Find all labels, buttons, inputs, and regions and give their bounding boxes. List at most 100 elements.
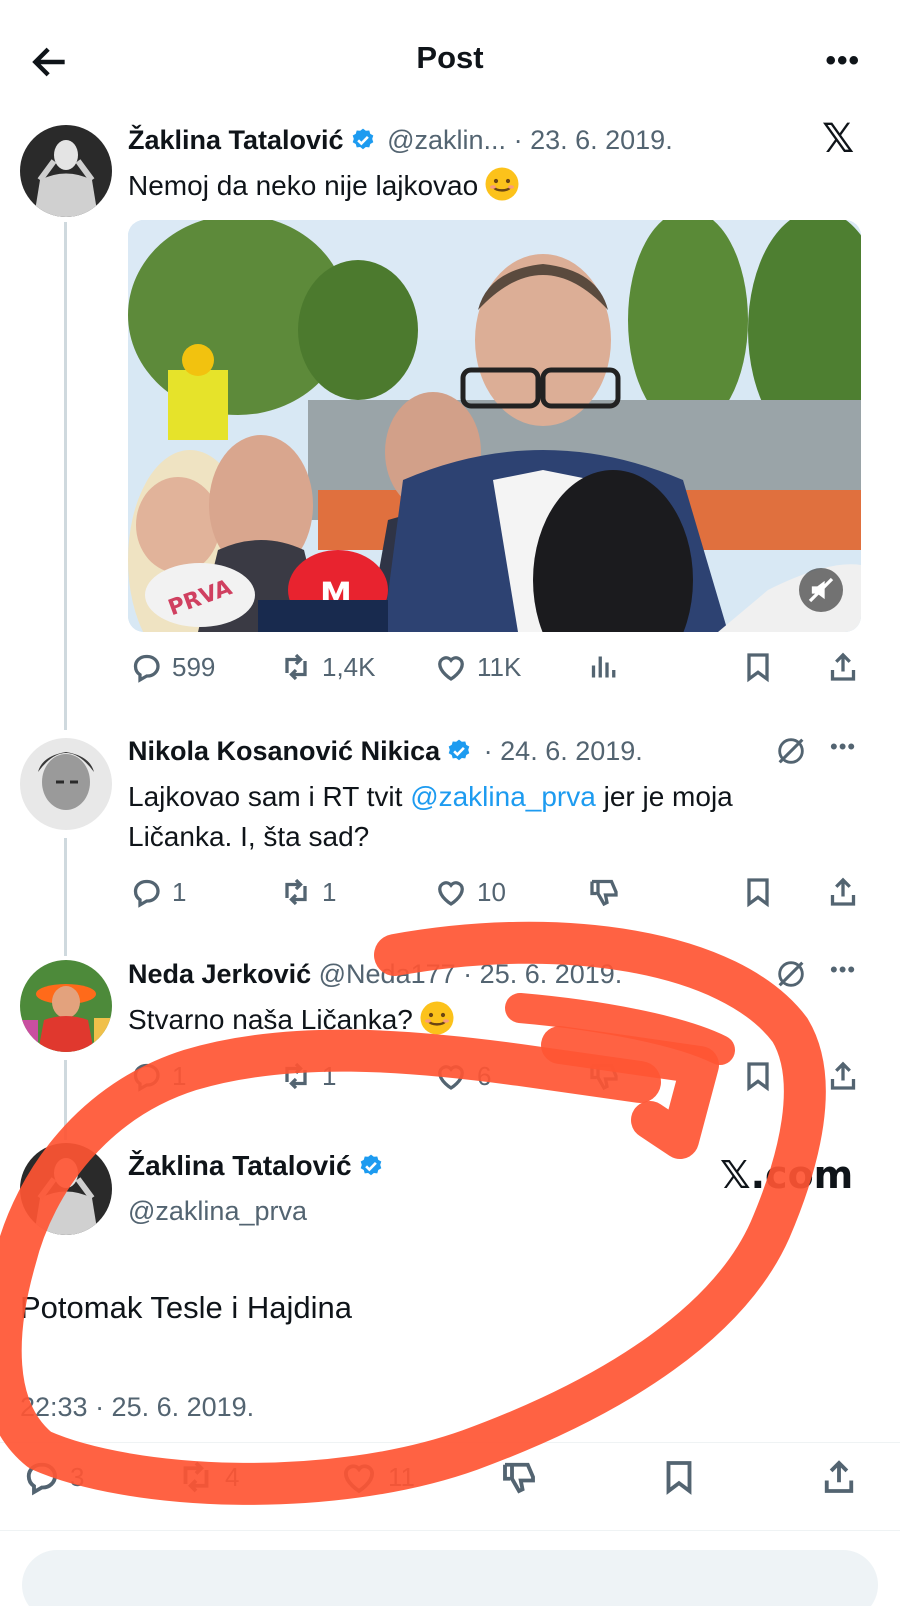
share-button[interactable] xyxy=(818,1455,860,1499)
like-button[interactable]: 10 xyxy=(433,870,506,914)
bookmark-icon xyxy=(740,649,776,685)
bookmark-icon xyxy=(658,1456,700,1498)
reply-count: 1 xyxy=(172,876,187,907)
reply-button[interactable]: 599 xyxy=(128,645,215,689)
smile-emoji-icon xyxy=(419,1000,455,1036)
like-count: 11 xyxy=(388,1461,415,1492)
separator: · xyxy=(513,125,523,155)
thread-line xyxy=(64,222,67,730)
tweet-text: Lajkovao sam i RT tvit @zaklina_prva jer… xyxy=(128,781,733,812)
x-com-watermark: 𝕏.com xyxy=(720,1153,854,1197)
dislike-button[interactable] xyxy=(586,870,622,914)
like-button[interactable]: 11K xyxy=(433,645,521,689)
author-handle[interactable]: @zaklin... xyxy=(387,125,506,155)
repost-button[interactable]: 1 xyxy=(278,1054,336,1098)
thread-line xyxy=(64,838,67,956)
like-icon xyxy=(433,874,469,910)
divider xyxy=(0,1442,900,1443)
more-icon[interactable]: ••• xyxy=(830,957,856,983)
dislike-icon xyxy=(586,874,622,910)
bookmark-button[interactable] xyxy=(740,1054,776,1098)
grok-icon[interactable] xyxy=(774,734,808,768)
dislike-icon xyxy=(586,1058,622,1094)
more-icon[interactable]: ••• xyxy=(830,734,856,760)
reply-count: 599 xyxy=(172,651,216,682)
reply-button[interactable]: 1 xyxy=(128,870,186,914)
share-button[interactable] xyxy=(825,870,861,914)
mute-icon[interactable] xyxy=(799,568,843,612)
repost-button[interactable]: 4 xyxy=(175,1455,239,1499)
tweet-header: Neda Jerković @Neda177 · 25. 6. 2019. xyxy=(128,958,622,990)
views-button[interactable] xyxy=(586,645,622,689)
like-button[interactable]: 6 xyxy=(433,1054,491,1098)
share-icon xyxy=(818,1456,860,1498)
divider xyxy=(0,1530,900,1531)
more-icon[interactable]: ••• xyxy=(825,44,860,78)
verified-badge-icon xyxy=(446,738,472,764)
bookmark-button[interactable] xyxy=(658,1455,700,1499)
separator: · xyxy=(463,959,473,989)
bookmark-icon xyxy=(740,874,776,910)
reply-button[interactable]: 1 xyxy=(128,1054,186,1098)
repost-icon xyxy=(278,649,314,685)
verified-badge-icon xyxy=(350,127,376,153)
video-frame: PRVA M xyxy=(128,220,861,632)
repost-icon xyxy=(278,1058,314,1094)
avatar[interactable] xyxy=(20,125,112,217)
author-handle[interactable]: @zaklina_prva xyxy=(128,1196,307,1227)
separator: · xyxy=(483,736,493,766)
like-count: 6 xyxy=(477,1060,492,1091)
like-button[interactable]: 11 xyxy=(338,1455,415,1499)
dislike-button[interactable] xyxy=(498,1455,540,1499)
tweet-header: Nikola Kosanović Nikica · 24. 6. 2019. xyxy=(128,735,643,767)
bookmark-button[interactable] xyxy=(740,645,776,689)
repost-button[interactable]: 1,4K xyxy=(278,645,376,689)
dislike-button[interactable] xyxy=(586,1054,622,1098)
like-icon xyxy=(433,649,469,685)
reply-button[interactable]: 3 xyxy=(20,1455,84,1499)
share-button[interactable] xyxy=(825,645,861,689)
verified-badge-icon xyxy=(358,1153,384,1179)
repost-button[interactable]: 1 xyxy=(278,870,336,914)
share-button[interactable] xyxy=(825,1054,861,1098)
reply-count: 3 xyxy=(70,1461,85,1492)
x-logo-icon: 𝕏 xyxy=(822,116,855,162)
tweet-actions: 1 1 6 xyxy=(128,1054,868,1098)
bookmark-button[interactable] xyxy=(740,870,776,914)
like-icon xyxy=(338,1456,380,1498)
like-icon xyxy=(433,1058,469,1094)
tweet-date[interactable]: 25. 6. 2019. xyxy=(480,959,623,989)
tweet-timestamp[interactable]: 22:33 · 25. 6. 2019. xyxy=(20,1392,254,1423)
avatar[interactable] xyxy=(20,1143,112,1235)
tweet-text: Potomak Tesle i Hajdina xyxy=(20,1290,352,1325)
share-icon xyxy=(825,1058,861,1094)
mention-link[interactable]: @zaklina_prva xyxy=(410,781,596,812)
tweet-text-line2: Ličanka. I, šta sad? xyxy=(128,821,370,852)
reply-icon xyxy=(128,649,164,685)
repost-icon xyxy=(175,1456,217,1498)
avatar[interactable] xyxy=(20,960,112,1052)
tweet-date[interactable]: 23. 6. 2019. xyxy=(530,125,673,155)
avatar[interactable] xyxy=(20,738,112,830)
bookmark-icon xyxy=(740,1058,776,1094)
share-icon xyxy=(825,874,861,910)
author-name[interactable]: Neda Jerković xyxy=(128,959,311,989)
page-title: Post xyxy=(416,40,484,75)
reply-icon xyxy=(128,874,164,910)
like-count: 11K xyxy=(477,651,522,682)
repost-count: 1,4K xyxy=(322,651,376,682)
tweet-actions: 1 1 10 xyxy=(128,870,868,914)
tweet-actions: 599 1,4K 11K xyxy=(128,645,868,689)
grok-icon[interactable] xyxy=(774,957,808,991)
tweet-video[interactable]: PRVA M xyxy=(128,220,861,632)
dislike-icon xyxy=(498,1456,540,1498)
author-name[interactable]: Nikola Kosanović Nikica xyxy=(128,736,440,766)
tweet-date[interactable]: 24. 6. 2019. xyxy=(500,736,643,766)
reply-compose-field[interactable] xyxy=(22,1550,878,1606)
author-handle[interactable]: @Neda177 xyxy=(319,959,456,989)
author-name[interactable]: Žaklina Tatalović xyxy=(128,125,344,155)
reply-count: 1 xyxy=(172,1060,187,1091)
repost-count: 4 xyxy=(225,1461,240,1492)
tweet-text: Stvarno naša Ličanka? xyxy=(128,1000,455,1040)
author-name[interactable]: Žaklina Tatalović xyxy=(128,1150,388,1182)
